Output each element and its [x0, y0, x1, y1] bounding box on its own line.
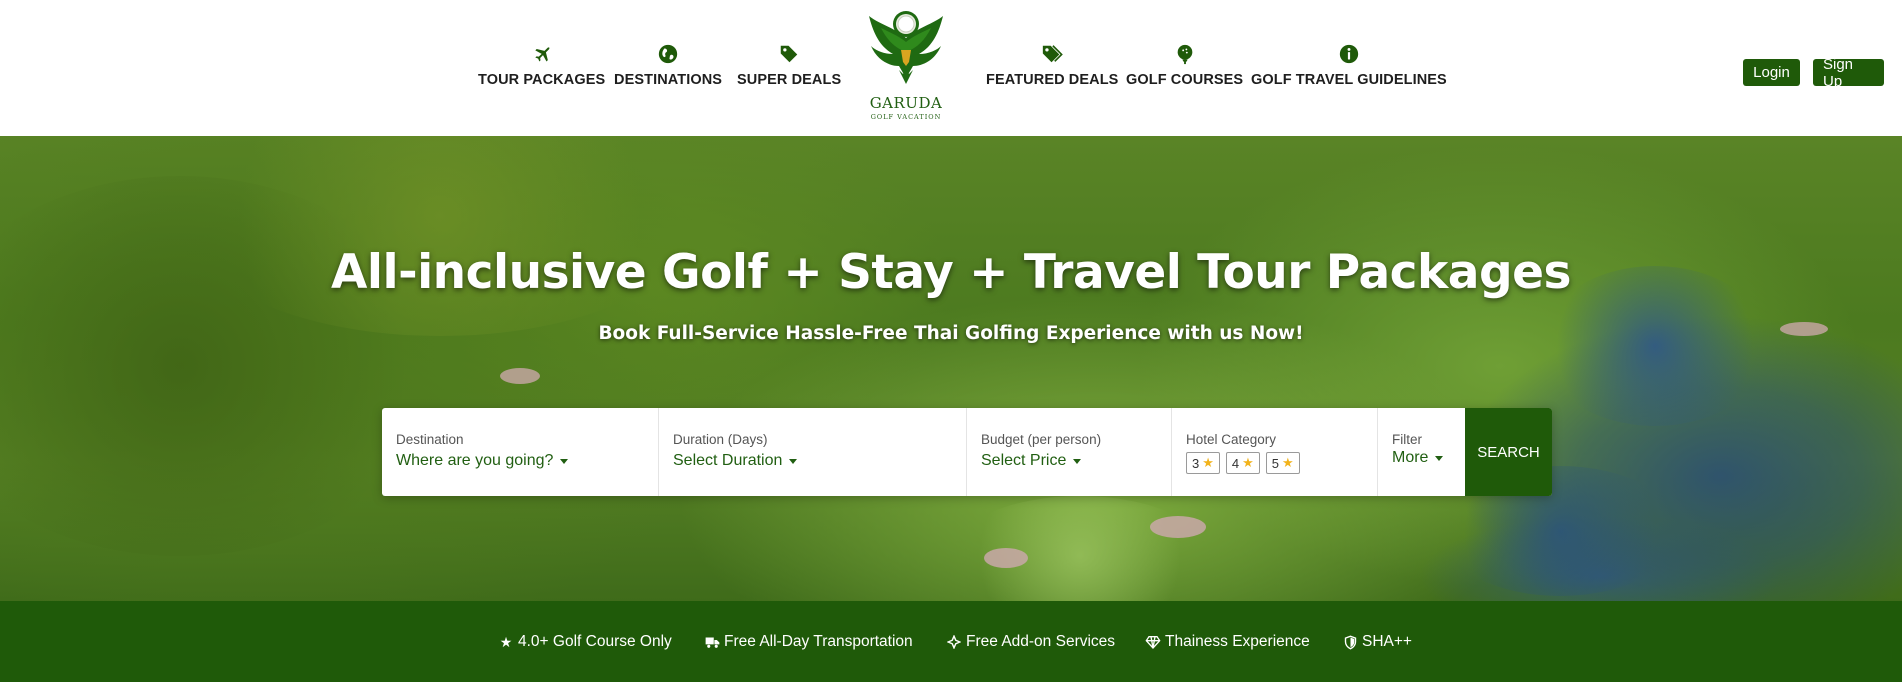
destination-field[interactable]: Destination Where are you going? — [382, 408, 659, 496]
filter-field[interactable]: Filter More — [1378, 408, 1465, 496]
star-count: 3 — [1192, 455, 1200, 471]
duration-label: Duration (Days) — [673, 432, 768, 447]
duration-select[interactable]: Select Duration — [673, 452, 966, 470]
sign-up-button[interactable]: Sign Up — [1813, 56, 1884, 90]
features-bar: ★ 4.0+ Golf Course Only Free All-Day Tra… — [0, 601, 1902, 682]
site-header: TOUR PACKAGES DESTINATIONS SUPER DEALS G… — [0, 0, 1902, 136]
budget-select[interactable]: Select Price — [981, 452, 1171, 470]
globe-icon — [656, 42, 680, 66]
nav-label: GOLF TRAVEL GUIDELINES — [1251, 72, 1447, 88]
feature-label: Free All-Day Transportation — [724, 633, 913, 650]
hotel-category-field: Hotel Category 3 ★ 4 ★ 5 ★ — [1172, 408, 1378, 496]
tags-icon — [1040, 42, 1064, 66]
golf-ball-icon — [1173, 42, 1197, 66]
star-count: 5 — [1271, 455, 1280, 471]
feature-label: Thainess Experience — [1165, 633, 1310, 650]
caret-down-icon — [789, 458, 798, 464]
hero-title: All-inclusive Golf + Stay + Travel Tour … — [330, 245, 1572, 300]
search-button[interactable]: SEARCH — [1465, 408, 1552, 496]
login-button[interactable]: Login — [1743, 59, 1800, 86]
sand-bunker — [1150, 516, 1206, 538]
sparkle-icon — [946, 634, 962, 650]
feature-item: Free Add-on Services — [946, 633, 1115, 651]
sand-bunker — [500, 368, 540, 384]
nav-label: SUPER DEALS — [737, 72, 842, 88]
caret-down-icon — [1435, 455, 1444, 461]
tour-search-bar: Destination Where are you going? Duratio… — [382, 408, 1552, 496]
garuda-emblem-icon — [869, 11, 943, 84]
sand-bunker — [984, 548, 1028, 568]
hotel-5-star-toggle[interactable]: 5 ★ — [1265, 452, 1300, 474]
airplane-icon — [530, 42, 554, 66]
hero-subtitle: Book Full-Service Hassle-Free Thai Golfi… — [598, 323, 1304, 344]
shield-icon — [1342, 634, 1358, 650]
star-icon: ★ — [499, 633, 513, 650]
hotel-category-label: Hotel Category — [1186, 432, 1277, 447]
nav-label: TOUR PACKAGES — [478, 72, 606, 88]
feature-label: SHA++ — [1362, 633, 1412, 650]
hotel-3-star-toggle[interactable]: 3 ★ — [1186, 452, 1220, 474]
nav-featured-deals[interactable]: FEATURED DEALS — [986, 42, 1118, 88]
nav-super-deals[interactable]: SUPER DEALS — [737, 42, 841, 88]
fairway-center — [950, 496, 1210, 601]
logo-name: GARUDA — [869, 94, 943, 112]
tag-icon — [777, 42, 801, 66]
nav-destinations[interactable]: DESTINATIONS — [614, 42, 722, 88]
star-count: 4 — [1231, 455, 1240, 471]
budget-label: Budget (per person) — [981, 432, 1102, 447]
truck-icon — [704, 634, 720, 650]
feature-item: Free All-Day Transportation — [704, 633, 913, 651]
hotel-4-star-toggle[interactable]: 4 ★ — [1225, 452, 1260, 474]
feature-item: SHA++ — [1342, 633, 1412, 651]
filter-value: More — [1392, 449, 1429, 466]
star-icon: ★ — [1282, 455, 1294, 470]
destination-select[interactable]: Where are you going? — [396, 452, 658, 470]
destination-value: Where are you going? — [396, 452, 554, 469]
feature-label: 4.0+ Golf Course Only — [518, 633, 672, 650]
hero-banner: All-inclusive Golf + Stay + Travel Tour … — [0, 136, 1902, 601]
feature-item: ★ 4.0+ Golf Course Only — [498, 633, 672, 651]
duration-value: Select Duration — [673, 452, 783, 469]
logo-tagline: GOLF VACATION — [870, 113, 942, 121]
nav-label: DESTINATIONS — [614, 72, 723, 88]
feature-label: Free Add-on Services — [966, 633, 1116, 650]
filter-label: Filter — [1392, 432, 1422, 447]
nav-label: FEATURED DEALS — [986, 72, 1119, 88]
budget-field[interactable]: Budget (per person) Select Price — [967, 408, 1172, 496]
diamond-icon — [1145, 634, 1161, 650]
feature-item: Thainess Experience — [1145, 633, 1310, 651]
budget-value: Select Price — [981, 452, 1067, 469]
caret-down-icon — [560, 458, 569, 464]
nav-label: GOLF COURSES — [1126, 72, 1244, 88]
nav-golf-courses[interactable]: GOLF COURSES — [1126, 42, 1243, 88]
filter-more-dropdown[interactable]: More — [1392, 449, 1465, 467]
caret-down-icon — [1073, 458, 1082, 464]
hotel-star-options: 3 ★ 4 ★ 5 ★ — [1186, 452, 1377, 474]
nav-tour-packages[interactable]: TOUR PACKAGES — [478, 42, 605, 88]
star-icon: ★ — [1202, 455, 1214, 470]
star-icon: ★ — [1242, 455, 1254, 470]
duration-field[interactable]: Duration (Days) Select Duration — [659, 408, 967, 496]
nav-golf-travel-guidelines[interactable]: GOLF TRAVEL GUIDELINES — [1251, 42, 1447, 88]
garuda-logo[interactable]: GARUDA GOLF VACATION — [864, 8, 948, 122]
info-icon — [1337, 42, 1361, 66]
destination-label: Destination — [396, 432, 464, 447]
